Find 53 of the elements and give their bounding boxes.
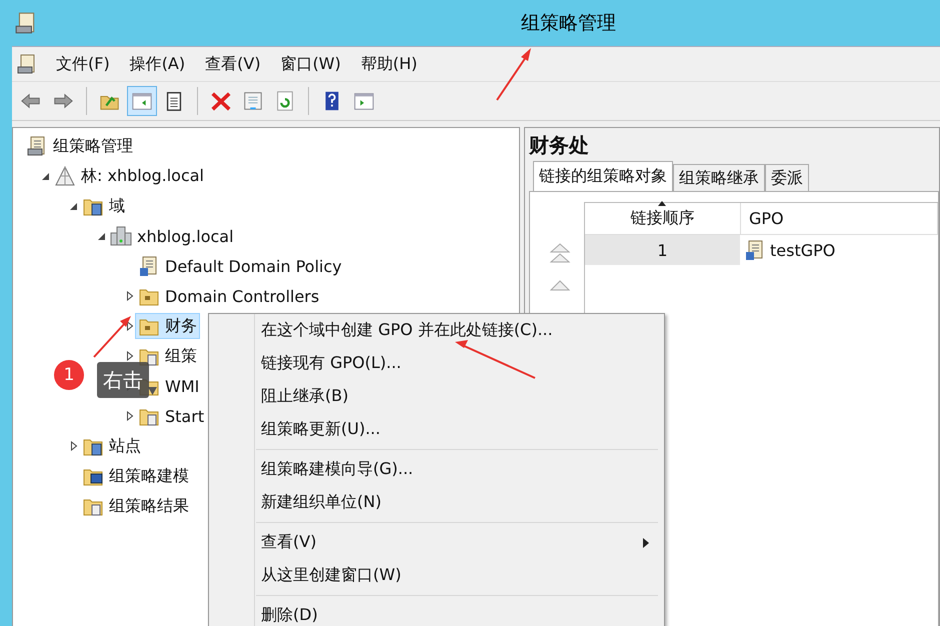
tab[interactable]: 委派 [765,164,809,191]
properties-icon [242,90,264,112]
tab[interactable]: 组策略继承 [673,164,765,191]
tab[interactable]: 链接的组策略对象 [533,161,673,191]
menu-item[interactable]: 在这个域中创建 GPO 并在此处链接(C)... [209,314,664,347]
server-icon [110,225,132,247]
pane-icon [353,90,375,112]
menu-item[interactable]: 查看(V) [209,526,664,559]
pane-icon [131,90,153,112]
tree-item[interactable]: 站点 [79,433,144,459]
menu-item[interactable]: 新建组织单位(N) [209,486,664,519]
tree-item[interactable]: 组策略结果 [79,493,192,519]
tree-item[interactable]: 域 [79,193,128,219]
menu-item[interactable]: 文件(F) [46,49,120,79]
arrow [93,316,131,358]
tree-item[interactable]: Default Domain Policy [135,253,345,279]
menu-item[interactable]: 组策略建模向导(G)... [209,453,664,486]
tooltip: 右击 [97,362,149,398]
expanded-triangle-icon[interactable] [69,201,79,211]
tree-item[interactable]: Start [135,403,208,429]
tree-item[interactable]: 财务 [135,313,200,339]
expanded-triangle-icon[interactable] [97,231,107,241]
menu-item[interactable]: 组策略更新(U)... [209,413,664,446]
expanded-triangle-icon[interactable] [41,171,51,181]
collapsed-triangle-icon[interactable] [125,321,135,331]
table-cell-text: 1 [656,240,669,260]
menu-item[interactable]: 阻止继承(B) [209,380,664,413]
tree-item[interactable]: 组策略管理 [23,133,136,159]
sort-caret-icon [658,201,666,206]
menu-item[interactable]: 窗口(W) [270,49,351,79]
menu-item[interactable]: 操作(A) [120,49,196,79]
menu-item[interactable]: 帮助(H) [350,49,428,79]
triangle-icon [54,165,76,187]
collapsed-triangle-icon[interactable] [125,351,135,361]
collapsed-triangle-icon[interactable] [69,441,79,451]
tree-item[interactable]: 林: xhblog.local [51,163,207,189]
window-title: 组策略管理 [521,11,616,36]
menu-item[interactable]: 删除(D) [209,599,664,626]
menu-item[interactable]: 查看(V) [195,49,271,79]
arrow [496,48,531,101]
table-row[interactable]: 1 testGPO [585,235,938,265]
collapsed-triangle-icon[interactable] [125,291,135,301]
tree-item[interactable]: 组策略建模 [79,463,192,489]
table-cell: testGPO [770,240,836,260]
menu-item[interactable]: 从这里创建窗口(W) [209,559,664,592]
tree-item[interactable]: xhblog.local [107,223,237,249]
menu-item[interactable]: 链接现有 GPO(L)... [209,347,664,380]
collapsed-triangle-icon[interactable] [125,411,135,421]
pane-title: 财务处 [529,132,590,159]
delete-icon [210,90,232,112]
tree-item[interactable]: Domain Controllers [135,283,322,309]
submenu-arrow-icon [643,538,649,548]
refresh-icon [274,90,296,112]
